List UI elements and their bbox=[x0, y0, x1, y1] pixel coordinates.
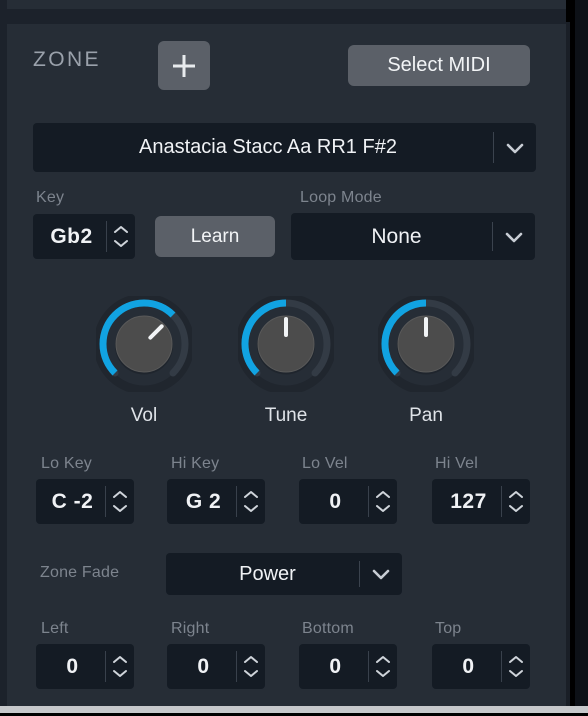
bottom-fade-field[interactable]: 0 bbox=[299, 644, 397, 689]
zone-fade-label: Zone Fade bbox=[40, 564, 120, 581]
lo-key-field[interactable]: C -2 bbox=[36, 479, 134, 524]
hi-key-label: Hi Key bbox=[171, 455, 220, 472]
zone-fade-value: Power bbox=[239, 562, 296, 585]
top-fade-label: Top bbox=[435, 620, 462, 637]
left-fade-field[interactable]: 0 bbox=[36, 644, 134, 689]
bottom-fade-label: Bottom bbox=[302, 620, 354, 637]
panel-top-strip bbox=[7, 0, 566, 9]
hi-vel-label: Hi Vel bbox=[435, 455, 478, 472]
chevron-down-icon[interactable] bbox=[493, 230, 535, 244]
pan-knob-label: Pan bbox=[409, 405, 443, 426]
zone-preset-select[interactable]: Anastacia Stacc Aa RR1 F#2 bbox=[33, 123, 536, 172]
hi-vel-stepper[interactable] bbox=[502, 490, 530, 513]
right-fade-value: 0 bbox=[197, 654, 210, 678]
key-field[interactable]: Gb2 bbox=[33, 214, 135, 259]
vol-knob[interactable] bbox=[96, 296, 192, 392]
lo-key-stepper[interactable] bbox=[106, 490, 134, 513]
right-fade-field[interactable]: 0 bbox=[167, 644, 265, 689]
lo-vel-value: 0 bbox=[329, 489, 342, 513]
chevron-down-icon[interactable] bbox=[494, 141, 536, 155]
tune-knob-label: Tune bbox=[264, 405, 308, 426]
loop-mode-label: Loop Mode bbox=[300, 189, 382, 206]
lo-key-label: Lo Key bbox=[41, 455, 93, 472]
top-fade-stepper[interactable] bbox=[502, 655, 530, 678]
left-fade-value: 0 bbox=[66, 654, 79, 678]
zone-preset-value: Anastacia Stacc Aa RR1 F#2 bbox=[139, 136, 397, 158]
bottom-fade-stepper[interactable] bbox=[369, 655, 397, 678]
left-fade-label: Left bbox=[41, 620, 69, 637]
hi-key-value: G 2 bbox=[185, 489, 222, 513]
hi-vel-value: 127 bbox=[450, 489, 487, 513]
lo-vel-field[interactable]: 0 bbox=[299, 479, 397, 524]
top-fade-value: 0 bbox=[462, 654, 475, 678]
select-midi-button[interactable]: Select MIDI bbox=[348, 45, 530, 86]
hi-vel-field[interactable]: 127 bbox=[432, 479, 530, 524]
panel-top-divider bbox=[7, 9, 566, 24]
tune-knob[interactable] bbox=[238, 296, 334, 392]
vol-knob-label: Vol bbox=[130, 405, 158, 426]
right-fade-label: Right bbox=[171, 620, 210, 637]
page-title: ZONE bbox=[33, 48, 101, 71]
key-label: Key bbox=[36, 189, 65, 206]
pan-knob[interactable] bbox=[378, 296, 474, 392]
window-right-gutter bbox=[575, 0, 588, 706]
lo-vel-stepper[interactable] bbox=[369, 490, 397, 513]
add-zone-button[interactable] bbox=[158, 41, 210, 90]
top-fade-field[interactable]: 0 bbox=[432, 644, 530, 689]
hi-key-stepper[interactable] bbox=[237, 490, 265, 513]
left-fade-stepper[interactable] bbox=[106, 655, 134, 678]
panel-right-divider bbox=[566, 22, 570, 706]
loop-mode-select[interactable]: None bbox=[291, 213, 535, 260]
window-bottom-bar bbox=[0, 706, 588, 713]
key-stepper[interactable] bbox=[107, 225, 135, 248]
zone-fade-select[interactable]: Power bbox=[166, 553, 402, 595]
learn-button[interactable]: Learn bbox=[155, 216, 275, 257]
lo-key-value: C -2 bbox=[51, 489, 94, 513]
zone-editor-panel: ZONE Select MIDI Anastacia Stacc Aa RR1 … bbox=[0, 0, 588, 716]
lo-vel-label: Lo Vel bbox=[302, 455, 348, 472]
loop-mode-value: None bbox=[371, 224, 422, 248]
right-fade-stepper[interactable] bbox=[237, 655, 265, 678]
hi-key-field[interactable]: G 2 bbox=[167, 479, 265, 524]
plus-icon bbox=[171, 53, 197, 79]
bottom-fade-value: 0 bbox=[329, 654, 342, 678]
panel-left-edge bbox=[0, 0, 7, 706]
key-value: Gb2 bbox=[50, 224, 93, 248]
chevron-down-icon[interactable] bbox=[360, 567, 402, 581]
